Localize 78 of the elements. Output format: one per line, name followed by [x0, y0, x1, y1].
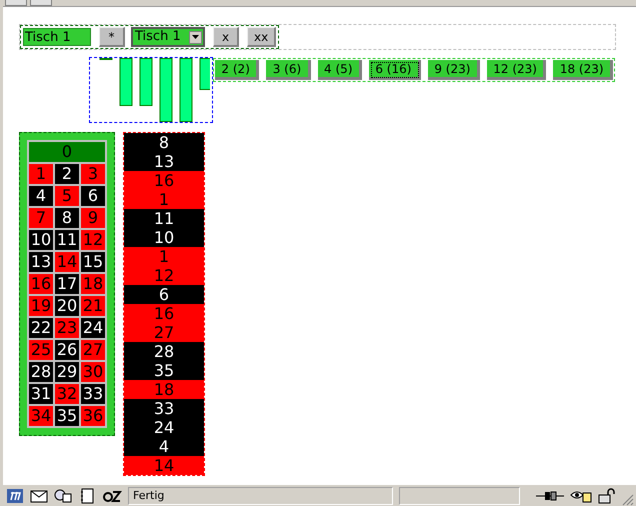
number-cell[interactable]: 12: [81, 230, 105, 250]
number-cell[interactable]: 21: [81, 296, 105, 316]
chat-icon[interactable]: [54, 488, 72, 504]
history-entry: 6: [124, 285, 204, 304]
number-cell[interactable]: 31: [29, 384, 53, 404]
number-cell[interactable]: 7: [29, 208, 53, 228]
number-cell[interactable]: 36: [81, 406, 105, 426]
number-cell[interactable]: 30: [81, 362, 105, 382]
number-cell[interactable]: 27: [81, 340, 105, 360]
history-entry: 4: [124, 437, 204, 456]
unlocked-padlock-icon: [598, 488, 616, 504]
number-cell[interactable]: 20: [55, 296, 79, 316]
table-name-field[interactable]: Tisch 1: [23, 28, 91, 46]
remove-button[interactable]: x: [213, 27, 239, 47]
number-cell[interactable]: 1: [29, 164, 53, 184]
toolbar-tab[interactable]: [5, 0, 27, 6]
address-book-icon[interactable]: [78, 488, 96, 504]
resize-grip-icon[interactable]: [622, 494, 634, 506]
number-cell[interactable]: 10: [29, 230, 53, 250]
mail-icon[interactable]: [30, 488, 48, 504]
number-cell[interactable]: 16: [29, 274, 53, 294]
history-entry: 1: [124, 247, 204, 266]
m-icon[interactable]: [6, 488, 24, 504]
number-cell[interactable]: 32: [55, 384, 79, 404]
number-cell[interactable]: 34: [29, 406, 53, 426]
history-entry: 16: [124, 304, 204, 323]
number-cell[interactable]: 0: [29, 142, 105, 162]
history-entry: 28: [124, 342, 204, 361]
number-cell[interactable]: 15: [81, 252, 105, 272]
number-cell[interactable]: 8: [55, 208, 79, 228]
history-entry: 16: [124, 171, 204, 190]
history-entry: 35: [124, 361, 204, 380]
history-entry: 14: [124, 456, 204, 475]
number-cell[interactable]: 33: [81, 384, 105, 404]
history-entry: 12: [124, 266, 204, 285]
eye-icon: [570, 488, 592, 502]
interval-button[interactable]: 3 (6): [266, 60, 311, 80]
number-cell[interactable]: 11: [55, 230, 79, 250]
history-entry: 24: [124, 418, 204, 437]
history-entry: 13: [124, 152, 204, 171]
number-cell[interactable]: 9: [81, 208, 105, 228]
interval-button[interactable]: 2 (2): [215, 60, 260, 80]
history-entry: 11: [124, 209, 204, 228]
interval-button[interactable]: 12 (23): [486, 60, 546, 80]
interval-button[interactable]: 18 (23): [553, 60, 613, 80]
remove-all-button[interactable]: xx: [247, 27, 276, 47]
history-entry: 33: [124, 399, 204, 418]
number-cell[interactable]: 2: [55, 164, 79, 184]
number-cell[interactable]: 18: [81, 274, 105, 294]
toolbar-tab[interactable]: [30, 0, 52, 6]
connection-icon: [536, 490, 564, 502]
number-cell[interactable]: 25: [29, 340, 53, 360]
history-entry: 1: [124, 190, 204, 209]
interval-button[interactable]: 9 (23): [428, 60, 480, 80]
number-cell[interactable]: 14: [55, 252, 79, 272]
number-cell[interactable]: 13: [29, 252, 53, 272]
number-cell[interactable]: 35: [55, 406, 79, 426]
table-select[interactable]: Tisch 1: [131, 27, 205, 47]
number-cell[interactable]: 4: [29, 186, 53, 206]
number-cell[interactable]: 6: [81, 186, 105, 206]
number-cell[interactable]: 3: [81, 164, 105, 184]
number-cell[interactable]: 22: [29, 318, 53, 338]
number-cell[interactable]: 17: [55, 274, 79, 294]
number-cell[interactable]: 28: [29, 362, 53, 382]
number-cell[interactable]: 5: [55, 186, 79, 206]
number-cell[interactable]: 26: [55, 340, 79, 360]
number-cell[interactable]: 24: [81, 318, 105, 338]
number-cell[interactable]: 23: [55, 318, 79, 338]
number-cell[interactable]: 29: [55, 362, 79, 382]
add-button[interactable]: *: [99, 27, 125, 47]
status-text: Fertig: [128, 486, 394, 504]
interval-button[interactable]: 6 (16): [368, 60, 421, 80]
history-entry: 27: [124, 323, 204, 342]
history-entry: 18: [124, 380, 204, 399]
interval-button[interactable]: 4 (5): [318, 60, 362, 80]
history-entry: 8: [124, 133, 204, 152]
number-cell[interactable]: 19: [29, 296, 53, 316]
history-entry: 10: [124, 228, 204, 247]
